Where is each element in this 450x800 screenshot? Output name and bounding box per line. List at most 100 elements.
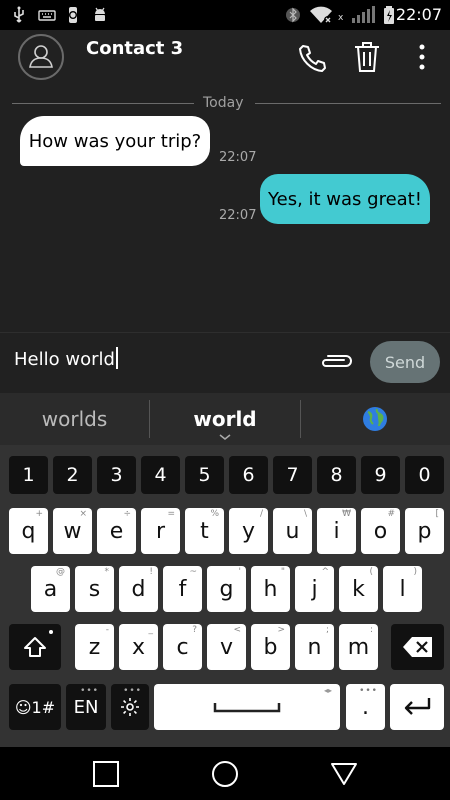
- watch-icon: [69, 7, 77, 23]
- key-label: y: [241, 518, 256, 544]
- key-e[interactable]: ÷ e: [97, 508, 136, 554]
- key-2[interactable]: 2: [53, 456, 92, 494]
- key-label: l: [399, 576, 406, 602]
- conversation-header: [0, 30, 450, 90]
- back-icon[interactable]: [330, 761, 358, 787]
- key-w[interactable]: × w: [53, 508, 92, 554]
- key-a[interactable]: @ a: [31, 566, 70, 612]
- key-m[interactable]: :m: [339, 624, 378, 670]
- message-timestamp: 22:07: [219, 208, 257, 223]
- attach-icon[interactable]: [318, 350, 354, 372]
- key-i[interactable]: ₩ i: [317, 508, 356, 554]
- key-label: b: [263, 634, 278, 660]
- globe-emoji-icon[interactable]: [362, 406, 388, 432]
- key-p[interactable]: [p: [405, 508, 444, 554]
- suggestion-left[interactable]: worlds: [0, 393, 149, 445]
- outgoing-message-bubble[interactable]: Yes, it was great!: [260, 174, 430, 224]
- key-l[interactable]: ) l: [383, 566, 422, 612]
- key-alt-char: %: [210, 509, 219, 519]
- key-label: f: [178, 576, 187, 602]
- home-icon[interactable]: [210, 759, 240, 789]
- key-o[interactable]: # o: [361, 508, 400, 554]
- wifi-icon: [310, 6, 332, 24]
- battery-icon: [384, 6, 394, 24]
- key-alt-char: [: [435, 509, 439, 519]
- backspace-key[interactable]: [391, 624, 444, 670]
- key-alt-char: ^: [321, 567, 329, 577]
- key-z[interactable]: -z: [75, 624, 114, 670]
- key-f[interactable]: ~ f: [163, 566, 202, 612]
- key-alt-char: =: [167, 509, 175, 519]
- key-c[interactable]: ? c: [163, 624, 202, 670]
- key-label: d: [131, 576, 146, 602]
- period-key[interactable]: ••• .: [346, 684, 385, 730]
- key-9[interactable]: 9: [361, 456, 400, 494]
- key-alt-char: +: [35, 509, 43, 519]
- recents-icon[interactable]: [92, 760, 120, 788]
- key-label: i: [333, 518, 340, 544]
- key-1[interactable]: 1: [9, 456, 48, 494]
- key-label: a: [43, 576, 58, 602]
- incoming-message-bubble[interactable]: How was your trip?: [20, 116, 210, 166]
- message-timestamp: 22:07: [219, 150, 257, 165]
- keyboard-status-icon: [38, 10, 56, 21]
- key-j[interactable]: ^ j: [295, 566, 334, 612]
- key-y[interactable]: / y: [229, 508, 268, 554]
- message-input[interactable]: Hello world: [14, 347, 304, 375]
- signal-icon: x: [338, 6, 375, 23]
- key-alt-char: *: [104, 567, 110, 577]
- spacebar[interactable]: ◂▸: [154, 684, 340, 730]
- more-options-icon[interactable]: [416, 42, 428, 72]
- gear-icon: [121, 698, 139, 716]
- key-k[interactable]: (k: [339, 566, 378, 612]
- suggestion-divider: [300, 400, 301, 438]
- key-g[interactable]: ' g: [207, 566, 246, 612]
- text-caret: [115, 347, 118, 369]
- key-s[interactable]: * s: [75, 566, 114, 612]
- key-label: q: [21, 518, 36, 544]
- enter-icon: [404, 698, 431, 715]
- key-x[interactable]: _ x: [119, 624, 158, 670]
- key-0[interactable]: 0: [405, 456, 444, 494]
- key-n[interactable]: ; n: [295, 624, 334, 670]
- key-t[interactable]: % t: [185, 508, 224, 554]
- key-alt-char: _: [148, 625, 154, 635]
- key-7[interactable]: 7: [273, 456, 312, 494]
- key-label: h: [263, 576, 278, 602]
- key-alt-char: ": [280, 567, 285, 577]
- key-5[interactable]: 5: [185, 456, 224, 494]
- emoji-symbols-key[interactable]: ☺1#: [9, 684, 61, 730]
- key-label: r: [155, 518, 166, 544]
- key-8[interactable]: 8: [317, 456, 356, 494]
- key-q[interactable]: + q: [9, 508, 48, 554]
- key-u[interactable]: \ u: [273, 508, 312, 554]
- call-icon[interactable]: [296, 42, 328, 74]
- key-r[interactable]: = r: [141, 508, 180, 554]
- key-label: v: [219, 634, 234, 660]
- key-h[interactable]: " h: [251, 566, 290, 612]
- key-alt-char: ~: [189, 567, 197, 577]
- key-3[interactable]: 3: [97, 456, 136, 494]
- shift-key[interactable]: [9, 624, 61, 670]
- key-alt-char: :: [369, 625, 373, 635]
- key-d[interactable]: ! d: [119, 566, 158, 612]
- key-alt-char: /: [259, 509, 263, 519]
- message-input-text: Hello world: [14, 349, 115, 370]
- enter-key[interactable]: [390, 684, 444, 730]
- bluetooth-icon: [286, 7, 300, 23]
- settings-key[interactable]: •••: [111, 684, 149, 730]
- key-b[interactable]: > b: [251, 624, 290, 670]
- key-label: j: [311, 576, 318, 602]
- language-key[interactable]: ••• EN: [66, 684, 106, 730]
- delete-icon[interactable]: [353, 40, 381, 74]
- key-label: x: [131, 634, 146, 660]
- send-button[interactable]: Send: [370, 341, 440, 383]
- key-label: e: [109, 518, 124, 544]
- key-alt-char: @: [56, 567, 65, 577]
- key-label: u: [285, 518, 300, 544]
- key-4[interactable]: 4: [141, 456, 180, 494]
- key-alt-char: ?: [192, 625, 197, 635]
- key-6[interactable]: 6: [229, 456, 268, 494]
- avatar[interactable]: [18, 34, 64, 80]
- key-v[interactable]: < v: [207, 624, 246, 670]
